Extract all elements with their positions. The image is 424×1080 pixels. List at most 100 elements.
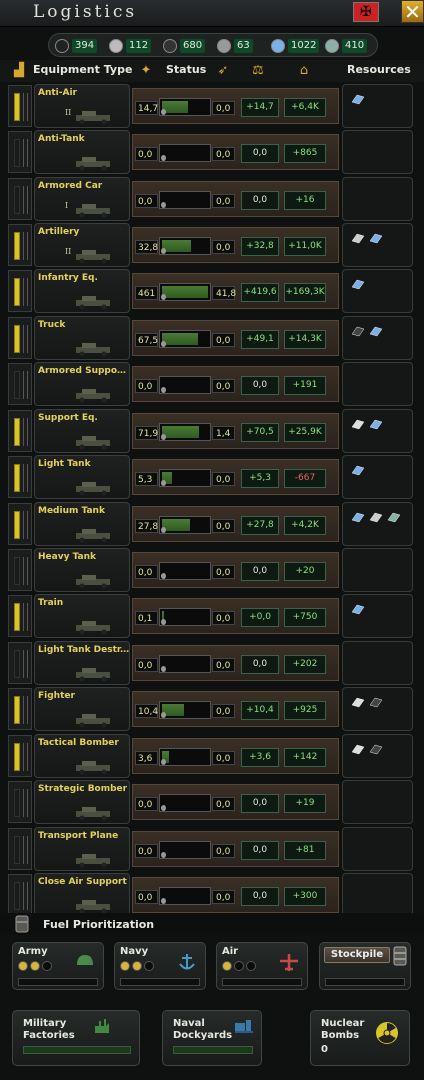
equipment-row[interactable]: Anti-Air II 14,7 0,0 +14,7 +6,4K xyxy=(4,84,415,128)
equipment-name-box[interactable]: Armored Support ... xyxy=(34,362,130,406)
priority-indicator[interactable] xyxy=(8,456,32,498)
net-change-value: +49,1 xyxy=(241,330,279,349)
fuel-priority-army[interactable]: Army xyxy=(12,942,104,990)
nuclear-bombs-panel[interactable]: Nuclear Bombs 0 xyxy=(310,1010,410,1066)
stockpile-button[interactable]: Stockpile xyxy=(324,947,390,963)
military-factories-panel[interactable]: Military Factories xyxy=(12,1010,140,1066)
priority-indicator[interactable] xyxy=(8,85,32,127)
steel-icon xyxy=(351,604,365,615)
close-button[interactable]: ✕ xyxy=(401,0,424,23)
deploy-icon[interactable]: ✦ xyxy=(137,63,155,78)
country-flag-icon[interactable]: ✠ xyxy=(353,2,379,22)
priority-indicator[interactable] xyxy=(8,131,32,173)
equipment-name-box[interactable]: Truck xyxy=(34,316,130,360)
equipment-row[interactable]: Light Tank 5,3 0,0 +5,3 -667 xyxy=(4,455,415,499)
priority-indicator[interactable] xyxy=(8,735,32,777)
priority-dot[interactable] xyxy=(18,961,28,971)
equipment-name-box[interactable]: Heavy Tank xyxy=(34,548,130,592)
equipment-name-box[interactable]: Anti-Air II xyxy=(34,84,130,128)
priority-indicator[interactable] xyxy=(8,503,32,545)
equipment-name-box[interactable]: Close Air Support xyxy=(34,873,130,917)
priority-fill xyxy=(14,371,20,399)
priority-indicator[interactable] xyxy=(8,178,32,220)
equipment-row[interactable]: Anti-Tank 0,0 0,0 0,0 +865 xyxy=(4,130,415,174)
priority-indicator[interactable] xyxy=(8,595,32,637)
status-header[interactable]: Status xyxy=(166,63,206,76)
equipment-name-box[interactable]: Fighter xyxy=(34,687,130,731)
equipment-name-box[interactable]: Transport Plane xyxy=(34,827,130,871)
equipment-name-box[interactable]: Anti-Tank xyxy=(34,130,130,174)
window-title: Logistics xyxy=(33,2,138,22)
equipment-row[interactable]: Close Air Support 0,0 0,0 0,0 +300 xyxy=(4,873,415,917)
naval-dockyards-panel[interactable]: Naval Dockyards xyxy=(162,1010,262,1066)
total-value: +16 xyxy=(284,191,326,210)
equipment-type-header[interactable]: Equipment Type xyxy=(33,63,132,76)
equipment-row[interactable]: Artillery II 32,8 0,0 +32,8 +11,0K xyxy=(4,223,415,267)
fuel-priority-air[interactable]: Air xyxy=(216,942,308,990)
priority-dot[interactable] xyxy=(246,961,256,971)
resource-chromium[interactable]: 410 xyxy=(325,38,376,54)
priority-indicator[interactable] xyxy=(8,781,32,823)
fuel-priority-navy[interactable]: Navy xyxy=(114,942,206,990)
priority-dot[interactable] xyxy=(120,961,130,971)
equipment-row[interactable]: Tactical Bomber 3,6 0,0 +3,6 +142 xyxy=(4,734,415,778)
equipment-name-box[interactable]: Infantry Eq. xyxy=(34,269,130,313)
equipment-row[interactable]: Light Tank Destr... 0,0 0,0 0,0 +202 xyxy=(4,641,415,685)
stockpile-panel: Stockpile xyxy=(319,942,411,990)
equipment-row[interactable]: Support Eq. 71,9 1,4 +70,5 +25,9K xyxy=(4,409,415,453)
priority-indicator[interactable] xyxy=(8,642,32,684)
marker-icon xyxy=(161,202,166,208)
stock-value: 27,8 xyxy=(135,519,158,533)
equipment-name-box[interactable]: Support Eq. xyxy=(34,409,130,453)
resource-oil[interactable]: 394 xyxy=(55,38,106,54)
priority-indicator[interactable] xyxy=(8,410,32,452)
equipment-row[interactable]: Armored Car I 0,0 0,0 0,0 +16 xyxy=(4,177,415,221)
equipment-row[interactable]: Transport Plane 0,0 0,0 0,0 +81 xyxy=(4,827,415,871)
priority-indicator[interactable] xyxy=(8,224,32,266)
resource-aluminium[interactable]: 112 xyxy=(109,38,160,54)
equipment-row[interactable]: Armored Support ... 0,0 0,0 0,0 +191 xyxy=(4,362,415,406)
production-value: 0,0 xyxy=(212,519,235,533)
priority-dot[interactable] xyxy=(144,961,154,971)
priority-indicator[interactable] xyxy=(8,688,32,730)
sort-type-icon[interactable]: ▟ xyxy=(10,63,28,78)
priority-indicator[interactable] xyxy=(8,317,32,359)
priority-dot[interactable] xyxy=(42,961,52,971)
warehouse-icon[interactable]: ⌂ xyxy=(295,63,313,78)
priority-indicator[interactable] xyxy=(8,549,32,591)
rifle-icon[interactable]: ➶ xyxy=(214,63,232,78)
priority-dot[interactable] xyxy=(30,961,40,971)
equipment-name-box[interactable]: Artillery II xyxy=(34,223,130,267)
equipment-row[interactable]: Infantry Eq. 461 41,8 +419,6 +169,3K xyxy=(4,269,415,313)
equipment-row[interactable]: Fighter 10,4 0,0 +10,4 +925 xyxy=(4,687,415,731)
priority-dots[interactable] xyxy=(18,961,52,971)
priority-dots[interactable] xyxy=(222,961,256,971)
total-value: -667 xyxy=(284,469,326,488)
equipment-row[interactable]: Strategic Bomber 0,0 0,0 0,0 +19 xyxy=(4,780,415,824)
equipment-name-box[interactable]: Strategic Bomber xyxy=(34,780,130,824)
priority-dot[interactable] xyxy=(222,961,232,971)
equipment-row[interactable]: Heavy Tank 0,0 0,0 0,0 +20 xyxy=(4,548,415,592)
resource-steel[interactable]: 1022 xyxy=(271,38,322,54)
priority-dots[interactable] xyxy=(120,961,154,971)
equipment-name-box[interactable]: Armored Car I xyxy=(34,177,130,221)
priority-dot[interactable] xyxy=(234,961,244,971)
equipment-name-box[interactable]: Train xyxy=(34,594,130,638)
resource-rubber[interactable]: 680 xyxy=(163,38,214,54)
stock-bar xyxy=(159,191,211,209)
priority-dot[interactable] xyxy=(132,961,142,971)
equipment-row[interactable]: Train 0,1 0,0 +0,0 +750 xyxy=(4,594,415,638)
equipment-row[interactable]: Truck 67,5 0,0 +49,1 +14,3K xyxy=(4,316,415,360)
equipment-row[interactable]: Medium Tank 27,8 0,0 +27,8 +4,2K xyxy=(4,502,415,546)
equipment-name-box[interactable]: Light Tank xyxy=(34,455,130,499)
priority-indicator[interactable] xyxy=(8,828,32,870)
equipment-name-box[interactable]: Light Tank Destr... xyxy=(34,641,130,685)
priority-indicator[interactable] xyxy=(8,874,32,916)
balance-scale-icon[interactable]: ⚖ xyxy=(249,63,267,78)
equipment-name-box[interactable]: Tactical Bomber xyxy=(34,734,130,778)
resources-header[interactable]: Resources xyxy=(347,63,411,76)
resource-tungsten[interactable]: 63 xyxy=(217,38,268,54)
priority-indicator[interactable] xyxy=(8,270,32,312)
priority-indicator[interactable] xyxy=(8,363,32,405)
equipment-name-box[interactable]: Medium Tank xyxy=(34,502,130,546)
